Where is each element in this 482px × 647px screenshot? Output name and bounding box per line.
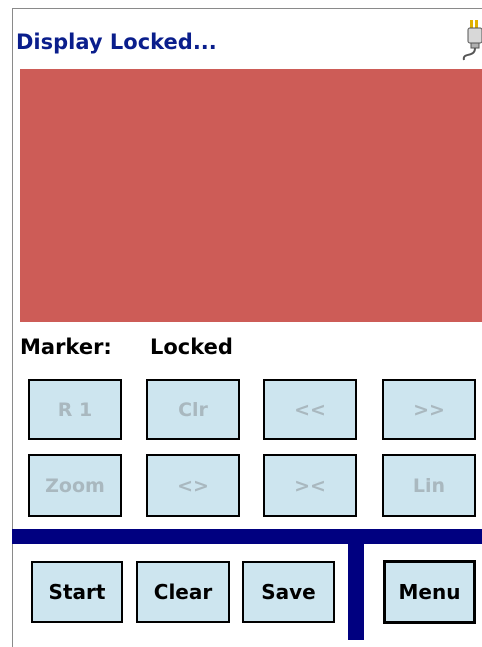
power-plug-icon bbox=[462, 20, 482, 61]
linear-button[interactable]: Lin bbox=[382, 454, 476, 517]
scroll-left-button[interactable]: << bbox=[263, 379, 357, 440]
menu-button[interactable]: Menu bbox=[383, 560, 476, 624]
marker-status: Locked bbox=[150, 335, 233, 359]
zoom-button[interactable]: Zoom bbox=[28, 454, 122, 517]
r1-button[interactable]: R 1 bbox=[28, 379, 122, 440]
start-button[interactable]: Start bbox=[31, 561, 123, 623]
expand-button[interactable]: <> bbox=[146, 454, 240, 517]
divider-bar-vertical bbox=[348, 544, 364, 640]
scroll-right-button[interactable]: >> bbox=[382, 379, 476, 440]
compress-button[interactable]: >< bbox=[263, 454, 357, 517]
save-button[interactable]: Save bbox=[242, 561, 335, 623]
clear-button[interactable]: Clear bbox=[136, 561, 230, 623]
clear-marker-button[interactable]: Clr bbox=[146, 379, 240, 440]
signal-display bbox=[20, 69, 482, 322]
divider-bar bbox=[12, 529, 482, 544]
page-title: Display Locked... bbox=[16, 30, 217, 54]
marker-label: Marker: bbox=[20, 335, 112, 359]
